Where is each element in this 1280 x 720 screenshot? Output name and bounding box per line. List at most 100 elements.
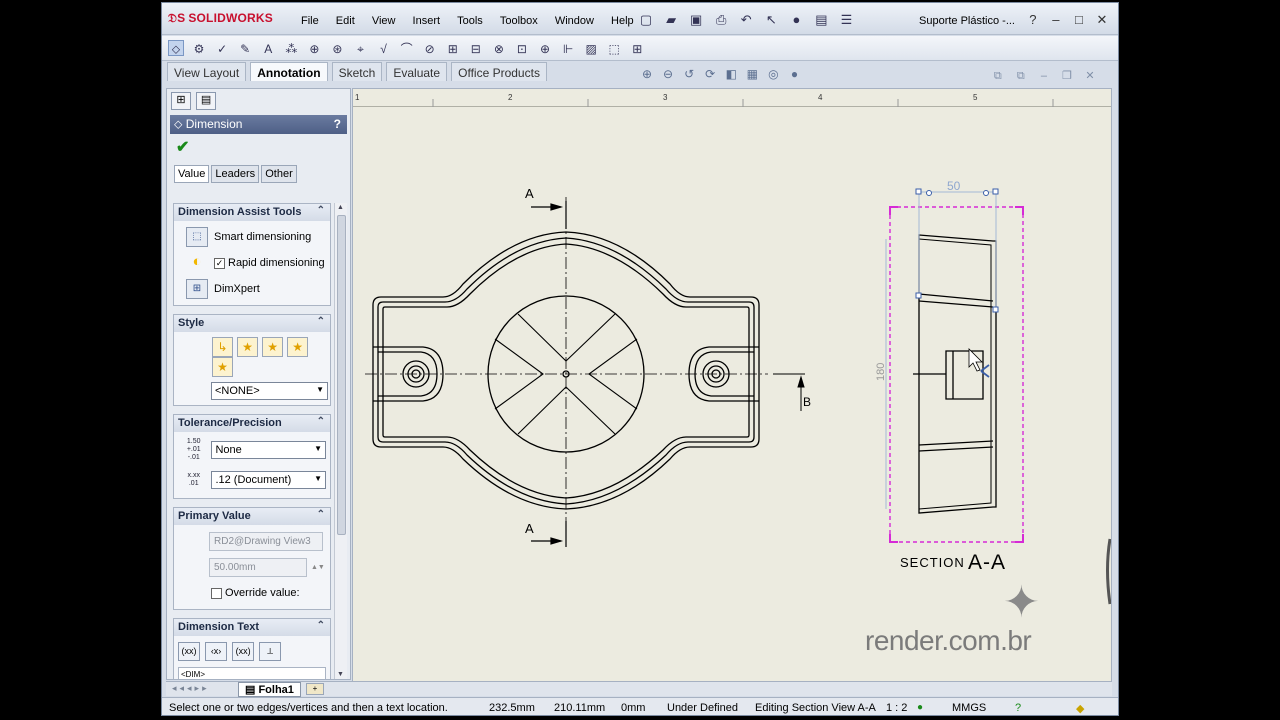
property-manager-scrollbar[interactable]: ▲ ▼	[334, 203, 347, 679]
property-manager-icon[interactable]: ▤	[196, 92, 217, 110]
group-header[interactable]: Dimension Assist Tools ⌃	[174, 204, 330, 221]
drawing-sheet[interactable]: 1 2 3 4 5 A A B 50 180 SECTION A-A ✦ ren…	[352, 88, 1112, 682]
add-sheet-icon[interactable]: +	[306, 683, 324, 695]
open-folder-icon[interactable]: ▰	[663, 12, 679, 28]
tile-icon[interactable]: ⧉	[988, 70, 1008, 83]
tab-annotation[interactable]: Annotation	[250, 62, 328, 81]
datum-feature-icon[interactable]: ⊟	[468, 41, 484, 57]
new-document-icon[interactable]: ▢	[638, 12, 654, 28]
hole-callout-icon[interactable]: ⊘	[422, 41, 438, 57]
zoom-area-icon[interactable]: ⊖	[659, 67, 677, 81]
geometric-tolerance-icon[interactable]: ⊞	[445, 41, 461, 57]
offset-text-button[interactable]: ⟂	[259, 642, 282, 661]
blocks-icon[interactable]: ⊡	[514, 41, 530, 57]
precision-select[interactable]: .12 (Document) ▼	[211, 471, 326, 489]
smart-dimensioning-option[interactable]: ⬚ Smart dimensioning	[178, 224, 326, 250]
ok-checkmark-icon[interactable]: ✔	[176, 137, 350, 159]
collapse-chevron-icon[interactable]: ⌃	[317, 316, 325, 327]
scroll-up-icon[interactable]: ▲	[337, 204, 344, 211]
section-view-icon[interactable]: ◧	[722, 67, 740, 81]
doc-close-icon[interactable]: ✕	[1080, 69, 1100, 82]
group-header[interactable]: Primary Value ⌃	[174, 508, 330, 525]
table-icon[interactable]: ⊞	[629, 41, 645, 57]
center-mark-icon[interactable]: ⊕	[537, 41, 553, 57]
options-icon[interactable]: ☰	[839, 12, 855, 28]
rapid-dimensioning-option[interactable]: ◐ ✓ Rapid dimensioning	[178, 250, 326, 276]
view-orientation-icon[interactable]: ▦	[743, 67, 761, 81]
sheet-tab-folha1[interactable]: ▤ Folha1	[238, 682, 301, 697]
area-hatch-icon[interactable]: ▨	[583, 41, 599, 57]
add-style-icon[interactable]: ★	[237, 337, 259, 357]
magnetic-line-icon[interactable]: ⌖	[353, 41, 369, 57]
display-style-icon[interactable]: ◎	[764, 67, 782, 81]
revision-cloud-icon[interactable]: ⬚	[606, 41, 622, 57]
smart-dimension-icon[interactable]: ⬦	[168, 40, 184, 56]
menu-help[interactable]: Help	[611, 15, 634, 27]
group-header[interactable]: Dimension Text ⌃	[174, 619, 330, 636]
zoom-to-fit-icon[interactable]: ⊕	[638, 67, 656, 81]
tab-sketch[interactable]: Sketch	[331, 62, 383, 81]
sheet-nav-arrows[interactable]: ◂◂◂▸▸	[172, 683, 210, 694]
help-icon[interactable]: ?	[1023, 12, 1043, 27]
collapse-chevron-icon[interactable]: ⌃	[317, 416, 325, 427]
datum-target-icon[interactable]: ⊗	[491, 41, 507, 57]
menu-file[interactable]: File	[301, 15, 319, 27]
tab-other[interactable]: Other	[261, 165, 297, 183]
parentheses-button[interactable]: (xx)	[178, 642, 200, 661]
save-style-icon[interactable]: ★	[287, 337, 309, 357]
select-arrow-icon[interactable]: ↖	[763, 12, 779, 28]
delete-style-icon[interactable]: ★	[262, 337, 284, 357]
spell-checker-icon[interactable]: ✓	[214, 41, 230, 57]
collapse-chevron-icon[interactable]: ⌃	[317, 509, 325, 520]
doc-minimize-icon[interactable]: –	[1034, 70, 1054, 82]
tab-office-products[interactable]: Office Products	[451, 62, 547, 81]
tab-value[interactable]: Value	[174, 165, 210, 183]
hide-show-icon[interactable]: ●	[785, 67, 803, 81]
model-items-icon[interactable]: ⚙	[191, 41, 207, 57]
solidworks-logo[interactable]: 𝔇S SOLIDWORKS	[168, 11, 273, 26]
status-units[interactable]: MMGS	[952, 702, 986, 714]
rebuild-icon[interactable]: ●	[788, 12, 804, 28]
balloon-icon[interactable]: ⊕	[306, 41, 322, 57]
menu-toolbox[interactable]: Toolbox	[500, 15, 538, 27]
center-dimension-button[interactable]: ‹x›	[205, 642, 228, 661]
override-value-checkbox[interactable]	[211, 587, 222, 599]
group-header[interactable]: Tolerance/Precision ⌃	[174, 415, 330, 432]
help-button[interactable]: ?	[334, 117, 341, 131]
cascade-icon[interactable]: ⧉	[1011, 70, 1031, 83]
menu-edit[interactable]: Edit	[336, 15, 355, 27]
inspection-dimension-button[interactable]: (xx)	[232, 642, 255, 661]
minimize-icon[interactable]: –	[1046, 12, 1066, 27]
note-icon[interactable]: A	[260, 41, 276, 57]
menu-view[interactable]: View	[372, 15, 396, 27]
tab-evaluate[interactable]: Evaluate	[386, 62, 448, 81]
tab-leaders[interactable]: Leaders	[211, 165, 260, 183]
rotate-icon[interactable]: ⟳	[701, 67, 719, 81]
save-icon[interactable]: ▣	[688, 12, 704, 28]
menu-window[interactable]: Window	[555, 15, 594, 27]
file-properties-icon[interactable]: ▤	[813, 12, 829, 28]
close-icon[interactable]: ✕	[1092, 12, 1112, 28]
weld-symbol-icon[interactable]: ⌒	[399, 41, 415, 57]
group-header[interactable]: Style ⌃	[174, 315, 330, 332]
linear-note-pattern-icon[interactable]: ⁂	[283, 41, 299, 57]
load-style-icon[interactable]: ★	[212, 357, 233, 377]
menu-insert[interactable]: Insert	[413, 15, 441, 27]
collapse-chevron-icon[interactable]: ⌃	[317, 205, 325, 216]
format-painter-icon[interactable]: ✎	[237, 41, 253, 57]
dimension-text-box[interactable]: <DIM>	[178, 667, 326, 679]
scrollbar-thumb[interactable]	[337, 215, 346, 535]
section-view-a-a[interactable]: 50 180 SECTION A-A	[875, 179, 1024, 574]
tag-icon[interactable]: ◆	[1076, 702, 1084, 715]
centerline-icon[interactable]: ⊩	[560, 41, 576, 57]
surface-finish-icon[interactable]: √	[376, 41, 392, 57]
dimxpert-option[interactable]: ⊞ DimXpert	[178, 276, 326, 302]
maximize-icon[interactable]: □	[1069, 12, 1089, 27]
tolerance-type-select[interactable]: None ▼	[211, 441, 326, 459]
scroll-down-icon[interactable]: ▼	[337, 671, 344, 678]
auto-balloon-icon[interactable]: ⊛	[329, 41, 345, 57]
style-select[interactable]: <NONE> ▼	[211, 382, 328, 400]
menu-tools[interactable]: Tools	[457, 15, 483, 27]
apply-style-icon[interactable]: ↳	[212, 337, 233, 357]
previous-view-icon[interactable]: ↺	[680, 67, 698, 81]
